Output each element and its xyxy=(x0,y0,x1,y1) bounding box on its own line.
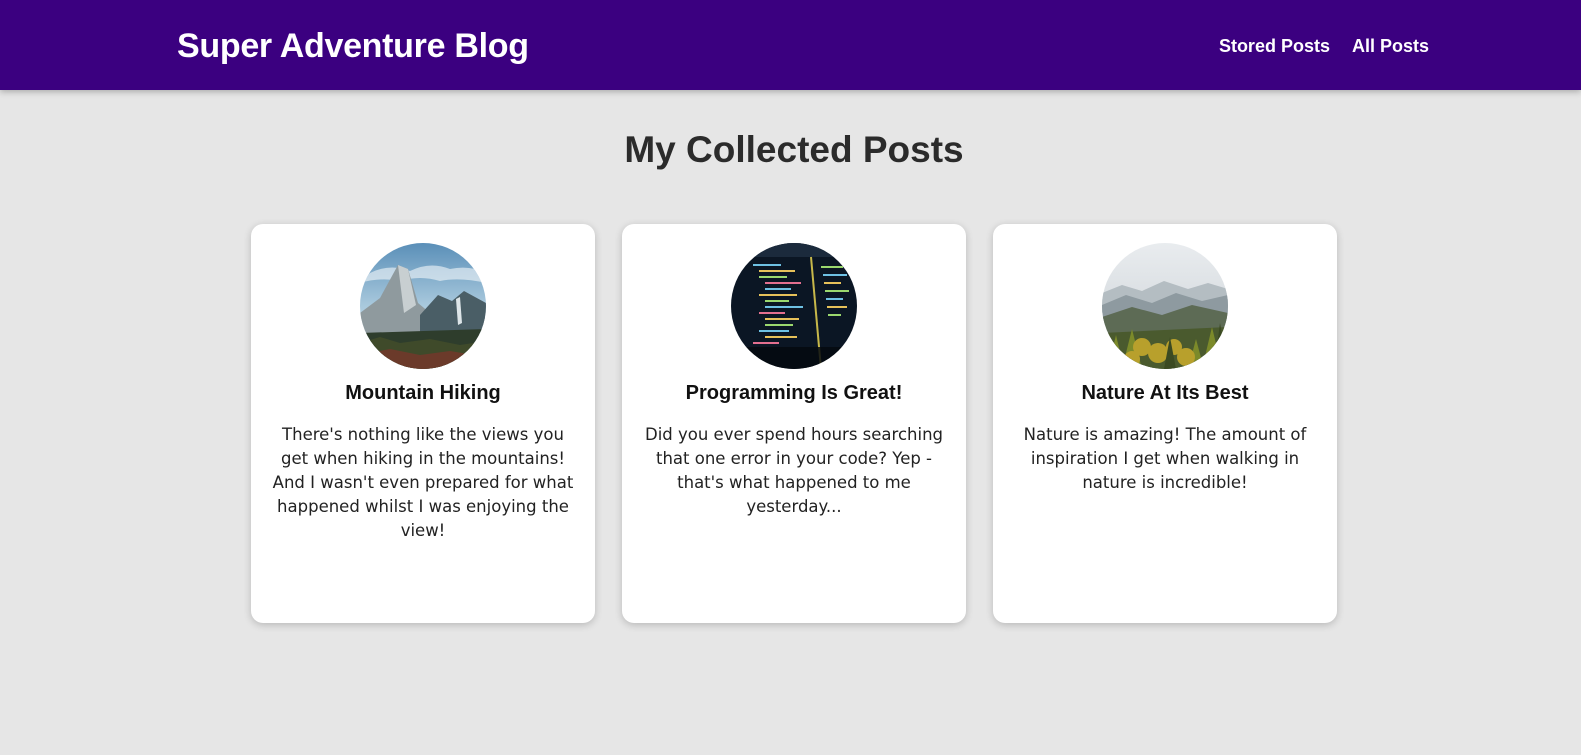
post-image-code xyxy=(731,243,857,369)
page-title: My Collected Posts xyxy=(624,129,964,170)
post-image-forest xyxy=(1102,243,1228,369)
post-title: Mountain Hiking xyxy=(345,382,501,404)
post-card-programming[interactable]: Programming Is Great! Did you ever spend… xyxy=(622,224,966,623)
post-summary: Did you ever spend hours searching that … xyxy=(644,425,944,516)
nav-link-all-posts[interactable]: All Posts xyxy=(1352,34,1429,58)
post-image-mountain xyxy=(360,243,486,369)
site-logo[interactable]: Super Adventure Blog xyxy=(177,26,529,66)
main-nav: Stored Posts All Posts xyxy=(1219,34,1429,58)
post-title: Nature At Its Best xyxy=(1081,382,1249,404)
post-card-nature[interactable]: Nature At Its Best Nature is amazing! Th… xyxy=(993,224,1337,623)
post-summary: There's nothing like the views you get w… xyxy=(272,425,574,540)
post-summary: Nature is amazing! The amount of inspira… xyxy=(1023,425,1307,492)
post-title: Programming Is Great! xyxy=(685,382,903,404)
main-header: Super Adventure Blog Stored Posts All Po… xyxy=(0,0,1581,90)
posts-grid: Mountain Hiking There's nothing like the… xyxy=(251,224,1337,623)
post-card-mountain-hiking[interactable]: Mountain Hiking There's nothing like the… xyxy=(251,224,595,623)
nav-link-stored-posts[interactable]: Stored Posts xyxy=(1219,34,1330,58)
